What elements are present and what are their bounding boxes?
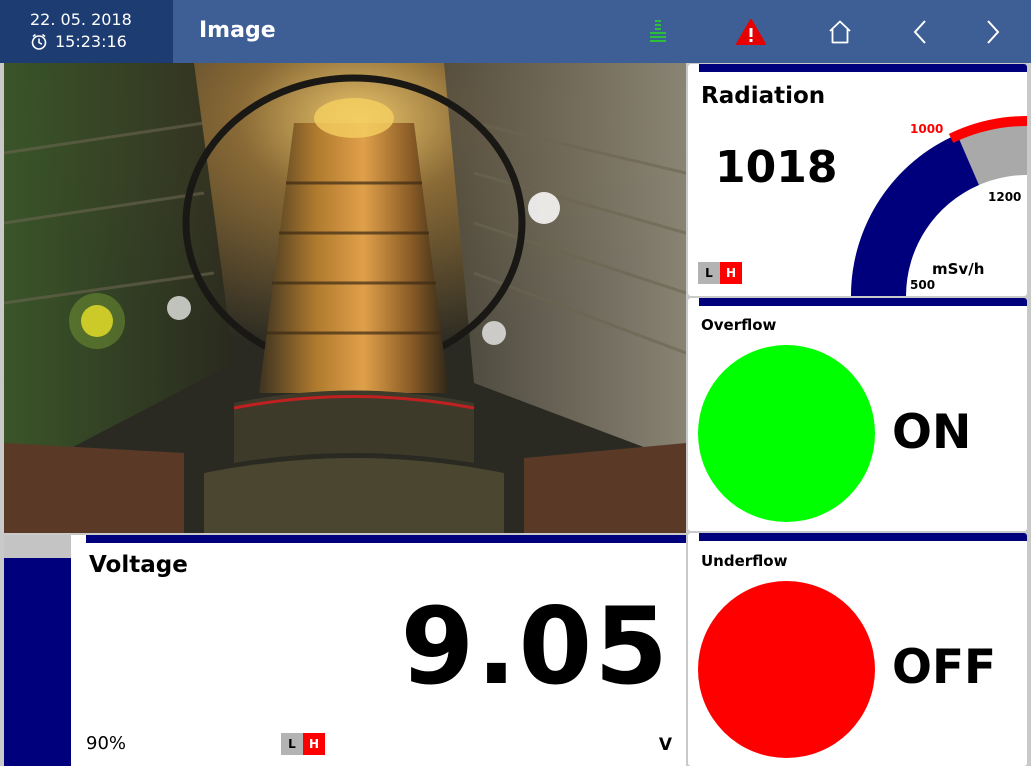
- low-limit-indicator: L: [281, 733, 303, 755]
- chevron-left-icon: [913, 20, 926, 44]
- voltage-panel: Voltage 9.05 90% L H V: [4, 535, 686, 766]
- warning-icon: [736, 19, 766, 45]
- voltage-unit: V: [658, 735, 672, 755]
- back-button[interactable]: [901, 12, 941, 52]
- gauge-threshold-label: 1000: [910, 122, 943, 136]
- radiation-title: Radiation: [701, 83, 826, 109]
- overflow-state: ON: [892, 405, 972, 460]
- panel-topbar: [699, 298, 1027, 306]
- radiation-limit-indicators: L H: [698, 262, 742, 284]
- reactor-photo: [4, 63, 686, 533]
- underflow-indicator: [698, 581, 875, 758]
- high-limit-indicator: H: [303, 733, 325, 755]
- home-button[interactable]: [820, 12, 860, 52]
- voltage-limit-indicators: L H: [281, 733, 325, 755]
- gauge-max-label: 1200: [988, 190, 1021, 204]
- panel-topbar: [699, 64, 1027, 72]
- voltage-level-fill: [4, 558, 71, 766]
- panel-topbar: [86, 535, 686, 543]
- page-title: Image: [199, 18, 276, 43]
- alarm-button[interactable]: [731, 12, 771, 52]
- voltage-value: 9.05: [400, 585, 670, 708]
- chevron-right-icon: [987, 20, 1000, 44]
- gauge-min-label: 500: [910, 278, 935, 292]
- low-limit-indicator: L: [698, 262, 720, 284]
- home-icon: [829, 20, 851, 44]
- underflow-title: Underflow: [701, 552, 788, 570]
- radiation-value: 1018: [715, 142, 838, 193]
- clock-icon: [31, 33, 47, 50]
- panel-topbar: [699, 533, 1027, 541]
- reactor-image: [4, 63, 686, 533]
- list-button[interactable]: [638, 12, 678, 52]
- forward-button[interactable]: [972, 12, 1012, 52]
- underflow-state: OFF: [892, 640, 997, 695]
- overflow-indicator: [698, 345, 875, 522]
- overflow-panel: Overflow ON: [688, 298, 1027, 531]
- header-bar: 22. 05. 2018 15:23:16 Image: [0, 0, 1031, 63]
- overflow-title: Overflow: [701, 316, 777, 334]
- list-icon: [650, 20, 666, 42]
- voltage-level-bar: [4, 535, 71, 766]
- radiation-gauge: 1000 1200 500 mSv/h: [851, 116, 1027, 296]
- radiation-unit: mSv/h: [932, 260, 984, 278]
- high-limit-indicator: H: [720, 262, 742, 284]
- time-row: 15:23:16: [30, 32, 127, 51]
- voltage-title: Voltage: [89, 552, 188, 578]
- radiation-panel: Radiation 1018 L H 1000 1200 500 mSv/h: [688, 64, 1027, 296]
- date-label: 22. 05. 2018: [30, 10, 132, 29]
- voltage-percent: 90%: [86, 733, 127, 754]
- time-label: 15:23:16: [55, 32, 127, 51]
- datetime-box: 22. 05. 2018 15:23:16: [0, 0, 173, 63]
- underflow-panel: Underflow OFF: [688, 533, 1027, 766]
